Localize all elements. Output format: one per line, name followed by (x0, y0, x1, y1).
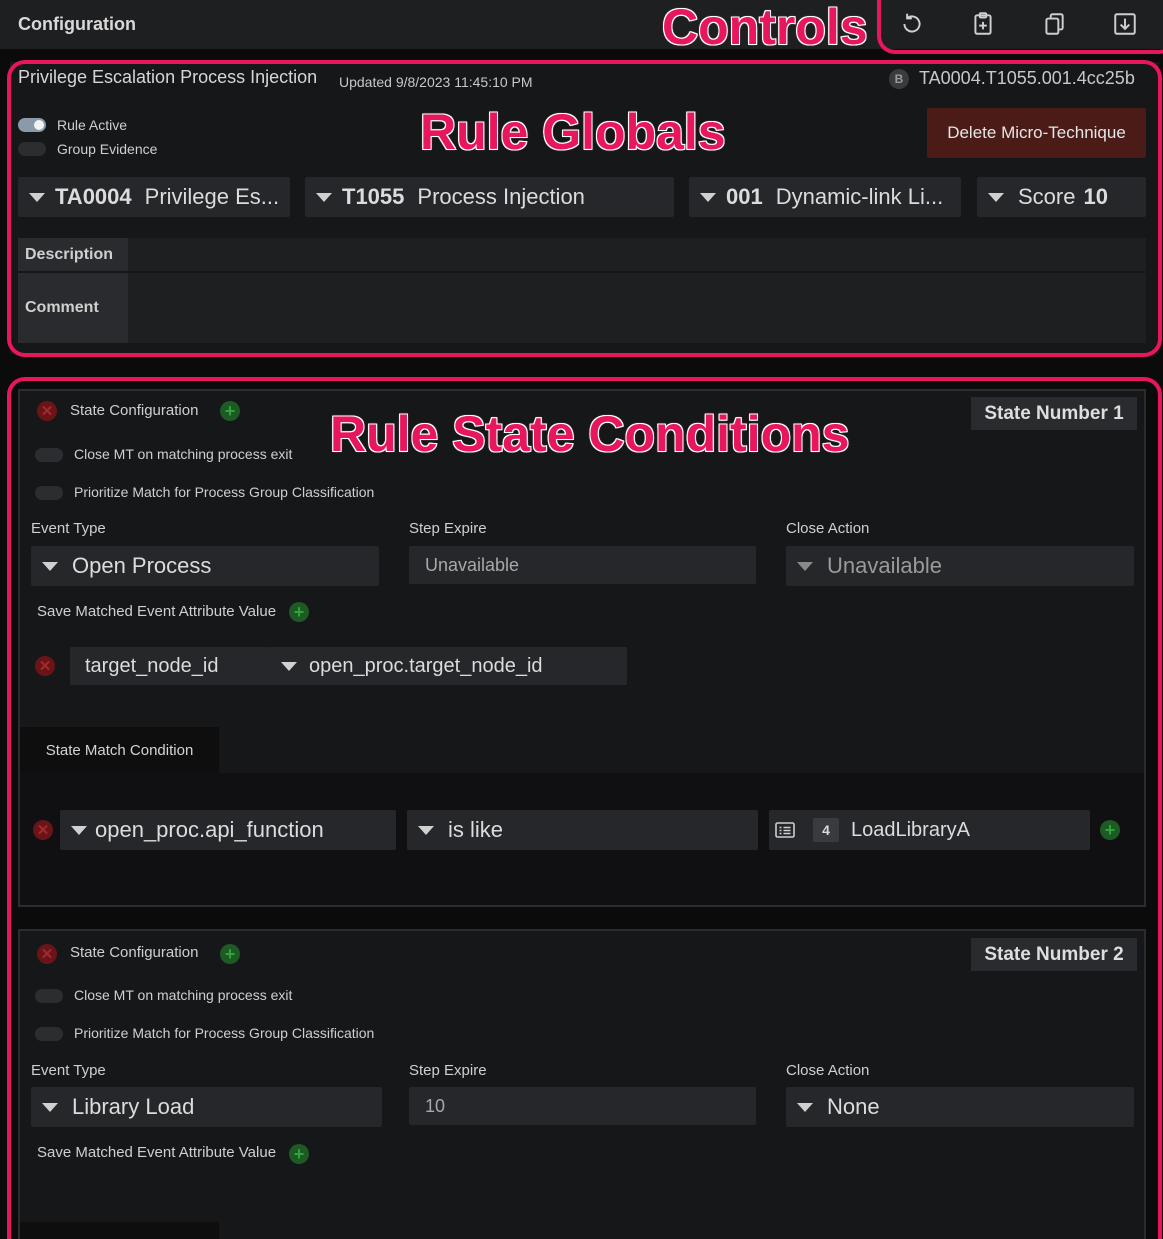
rule-name: Privilege Escalation Process Injection (18, 67, 318, 87)
score-label: Score (1018, 184, 1076, 209)
chevron-down-icon (42, 1102, 58, 1112)
close-mt-label: Close MT on matching process exit (74, 987, 293, 1003)
tactic-select[interactable]: TA0004 Privilege Es... (18, 177, 290, 217)
updated-timestamp: Updated 9/8/2023 11:45:10 PM (339, 74, 533, 90)
event-type-value: Open Process (72, 553, 212, 578)
close-mt-label: Close MT on matching process exit (74, 446, 293, 462)
event-type-label: Event Type (31, 1062, 106, 1079)
technique-select[interactable]: T1055 Process Injection (305, 177, 674, 217)
add-attribute-icon[interactable]: + (289, 602, 309, 622)
close-mt-toggle[interactable] (35, 989, 63, 1003)
subtechnique-name: Dynamic-link Li... (775, 184, 944, 209)
rule-state-conditions-annotation: Rule State Conditions (329, 406, 850, 462)
step-expire-input[interactable]: Unavailable (409, 546, 756, 584)
chevron-down-icon (29, 192, 45, 202)
score-value: 10 (1083, 184, 1108, 209)
group-evidence-toggle[interactable] (18, 142, 46, 156)
group-evidence-label: Group Evidence (57, 141, 158, 157)
value-count-badge: 4 (813, 818, 839, 842)
condition-value-text: LoadLibraryA (851, 818, 970, 841)
score-select[interactable]: Score 10 (977, 177, 1146, 217)
save-attribute-label: Save Matched Event Attribute Value (37, 1144, 277, 1161)
description-field[interactable] (18, 238, 1146, 271)
saved-attribute-source-value: open_proc.target_node_id (309, 654, 543, 677)
close-action-select[interactable]: None (786, 1087, 1134, 1127)
close-action-value: None (827, 1094, 880, 1119)
delete-micro-technique-button[interactable]: Delete Micro-Technique (927, 108, 1146, 158)
description-label: Description (18, 238, 128, 271)
prioritize-label: Prioritize Match for Process Group Class… (74, 484, 375, 500)
state-configuration-label: State Configuration (70, 944, 199, 961)
rule-active-toggle[interactable] (18, 118, 46, 132)
close-action-value: Unavailable (827, 553, 942, 578)
chevron-down-icon (316, 192, 332, 202)
list-icon (775, 822, 795, 838)
remove-state-icon[interactable]: ✕ (37, 944, 57, 964)
saved-attribute-name-input[interactable]: target_node_id (70, 647, 270, 685)
rule-active-label: Rule Active (57, 117, 128, 133)
tactic-code: TA0004 (55, 184, 132, 209)
chevron-down-icon (797, 1102, 813, 1112)
controls-annotation: Controls (661, 0, 869, 55)
condition-value-field[interactable]: 4 LoadLibraryA (769, 810, 1090, 850)
close-action-select[interactable]: Unavailable (786, 546, 1134, 586)
remove-attribute-icon[interactable]: ✕ (35, 656, 55, 676)
rule-id: TA0004.T1055.001.4cc25b (919, 68, 1135, 88)
chevron-down-icon (418, 825, 434, 835)
subtechnique-select[interactable]: 001 Dynamic-link Li... (689, 177, 961, 217)
rule-globals-annotation: Rule Globals (419, 104, 727, 160)
comment-label: Comment (18, 273, 128, 343)
condition-field-value: open_proc.api_function (95, 817, 324, 842)
chevron-down-icon (42, 561, 58, 571)
step-expire-input[interactable]: 10 (409, 1087, 756, 1125)
tab-state-match-condition[interactable] (20, 1222, 219, 1239)
event-type-select[interactable]: Open Process (31, 546, 379, 586)
event-type-label: Event Type (31, 520, 106, 537)
step-expire-label: Step Expire (409, 1062, 487, 1079)
chevron-down-icon (988, 192, 1004, 202)
subtechnique-code: 001 (726, 184, 763, 209)
page-title: Configuration (18, 14, 136, 34)
state-number-badge: State Number 2 (971, 938, 1137, 971)
technique-code: T1055 (342, 184, 405, 209)
remove-state-icon[interactable]: ✕ (37, 401, 57, 421)
event-type-value: Library Load (72, 1094, 195, 1119)
b-badge-icon: B (889, 69, 909, 89)
chevron-down-icon (700, 192, 716, 202)
state-configuration-label: State Configuration (70, 402, 199, 419)
state-panel-2 (18, 929, 1146, 1239)
prioritize-label: Prioritize Match for Process Group Class… (74, 1025, 375, 1041)
state-number-badge: State Number 1 (971, 397, 1137, 430)
condition-field-select[interactable]: open_proc.api_function (60, 810, 396, 850)
close-action-label: Close Action (786, 1062, 870, 1079)
event-type-select[interactable]: Library Load (31, 1087, 382, 1127)
add-state-icon[interactable]: + (220, 944, 240, 964)
close-mt-toggle[interactable] (35, 448, 63, 462)
tactic-name: Privilege Es... (144, 184, 280, 209)
prioritize-toggle[interactable] (35, 486, 63, 500)
add-attribute-icon[interactable]: + (289, 1144, 309, 1164)
prioritize-toggle[interactable] (35, 1027, 63, 1041)
saved-attribute-source-select[interactable]: open_proc.target_node_id (270, 647, 627, 685)
controls-annotation-frame (877, 0, 1163, 54)
remove-condition-icon[interactable]: ✕ (33, 820, 53, 840)
tab-state-match-condition[interactable]: State Match Condition (20, 727, 219, 773)
close-action-label: Close Action (786, 520, 870, 537)
condition-operator-value: is like (448, 817, 504, 842)
add-state-icon[interactable]: + (220, 401, 240, 421)
technique-name: Process Injection (417, 184, 585, 209)
chevron-down-icon (281, 661, 297, 671)
chevron-down-icon (797, 561, 813, 571)
condition-operator-select[interactable]: is like (407, 810, 758, 850)
chevron-down-icon (71, 825, 87, 835)
comment-field[interactable] (18, 273, 1146, 343)
add-condition-icon[interactable]: + (1100, 820, 1120, 840)
step-expire-label: Step Expire (409, 520, 487, 537)
save-attribute-label: Save Matched Event Attribute Value (37, 603, 277, 620)
